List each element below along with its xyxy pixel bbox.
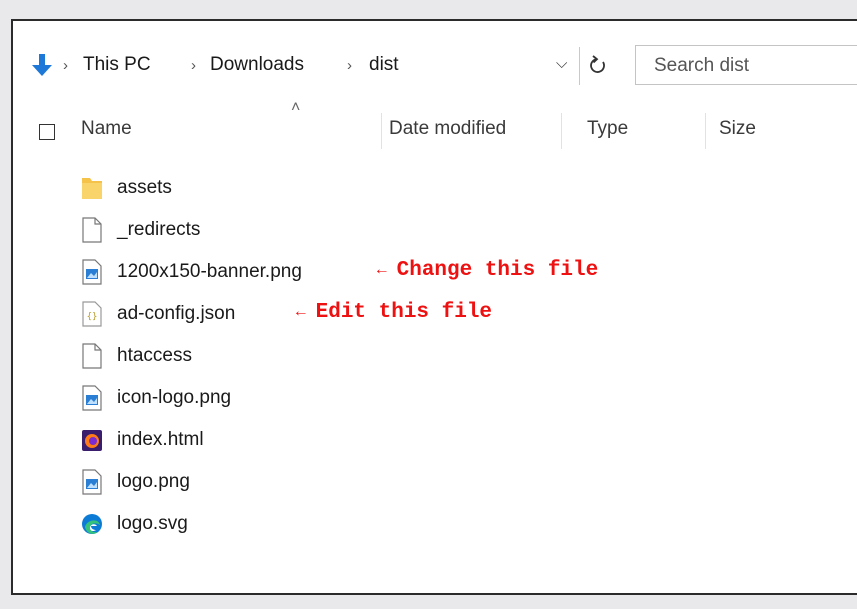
json-file-icon: {} xyxy=(82,301,102,327)
firefox-html-icon xyxy=(82,430,102,451)
annotation-edit-file: ← Edit this file xyxy=(296,301,492,324)
folder-icon xyxy=(82,178,102,199)
sort-ascending-icon: ˄ xyxy=(291,99,301,116)
column-divider[interactable] xyxy=(381,113,382,149)
file-name: _redirects xyxy=(117,219,201,240)
refresh-icon[interactable] xyxy=(587,53,609,77)
column-name[interactable]: Name xyxy=(81,118,132,140)
breadcrumb-separator: › xyxy=(63,57,68,74)
annotation-text: Change this file xyxy=(396,259,599,282)
list-item-assets[interactable]: assets xyxy=(81,171,781,209)
image-file-icon xyxy=(82,385,102,411)
annotation-change-file: ← Change this file xyxy=(377,259,598,282)
list-item-logo-svg[interactable]: logo.svg xyxy=(81,507,781,545)
list-item-banner[interactable]: 1200x150-banner.png ← Change this file xyxy=(81,255,781,293)
list-item-index-html[interactable]: index.html xyxy=(81,423,781,461)
column-type[interactable]: Type xyxy=(587,118,628,140)
breadcrumb-this-pc[interactable]: This PC xyxy=(83,54,151,76)
edge-svg-icon xyxy=(82,514,102,534)
image-file-icon xyxy=(82,469,102,495)
column-date-modified[interactable]: Date modified xyxy=(389,118,506,140)
list-item-ad-config[interactable]: {} ad-config.json ← Edit this file xyxy=(81,297,781,335)
annotation-text: Edit this file xyxy=(315,301,493,324)
file-name: logo.svg xyxy=(117,513,188,534)
breadcrumb-separator: › xyxy=(191,57,196,74)
svg-text:{}: {} xyxy=(87,312,98,322)
file-icon xyxy=(82,343,102,369)
file-name: logo.png xyxy=(117,471,190,492)
left-arrow-icon: ← xyxy=(377,261,387,279)
search-input[interactable]: Search dist xyxy=(635,45,857,85)
list-item-logo-png[interactable]: logo.png xyxy=(81,465,781,503)
divider xyxy=(579,47,580,85)
list-item-icon-logo[interactable]: icon-logo.png xyxy=(81,381,781,419)
breadcrumb-downloads[interactable]: Downloads xyxy=(210,54,304,76)
column-divider[interactable] xyxy=(705,113,706,149)
file-icon xyxy=(82,217,102,243)
address-bar[interactable]: › This PC › Downloads › dist ⌵ xyxy=(13,47,633,85)
file-name: assets xyxy=(117,177,172,198)
file-name: ad-config.json xyxy=(117,303,236,324)
column-size[interactable]: Size xyxy=(719,118,756,140)
file-explorer-window: › This PC › Downloads › dist ⌵ Search di… xyxy=(11,19,857,595)
file-name: index.html xyxy=(117,429,204,450)
breadcrumb-dist[interactable]: dist xyxy=(369,54,399,76)
breadcrumb-separator: › xyxy=(347,57,352,74)
down-arrow-icon[interactable] xyxy=(31,53,53,77)
select-all-checkbox[interactable] xyxy=(39,124,55,140)
chevron-down-icon[interactable]: ⌵ xyxy=(556,55,567,72)
search-placeholder: Search dist xyxy=(654,55,750,76)
file-name: 1200x150-banner.png xyxy=(117,261,302,282)
column-header-row: ˄ Name Date modified Type Size xyxy=(13,99,857,155)
list-item-htaccess[interactable]: htaccess xyxy=(81,339,781,377)
left-arrow-icon: ← xyxy=(296,303,306,321)
file-name: icon-logo.png xyxy=(117,387,232,408)
file-name: htaccess xyxy=(117,345,192,366)
list-item-redirects[interactable]: _redirects xyxy=(81,213,781,251)
image-file-icon xyxy=(82,259,102,285)
column-divider[interactable] xyxy=(561,113,562,149)
